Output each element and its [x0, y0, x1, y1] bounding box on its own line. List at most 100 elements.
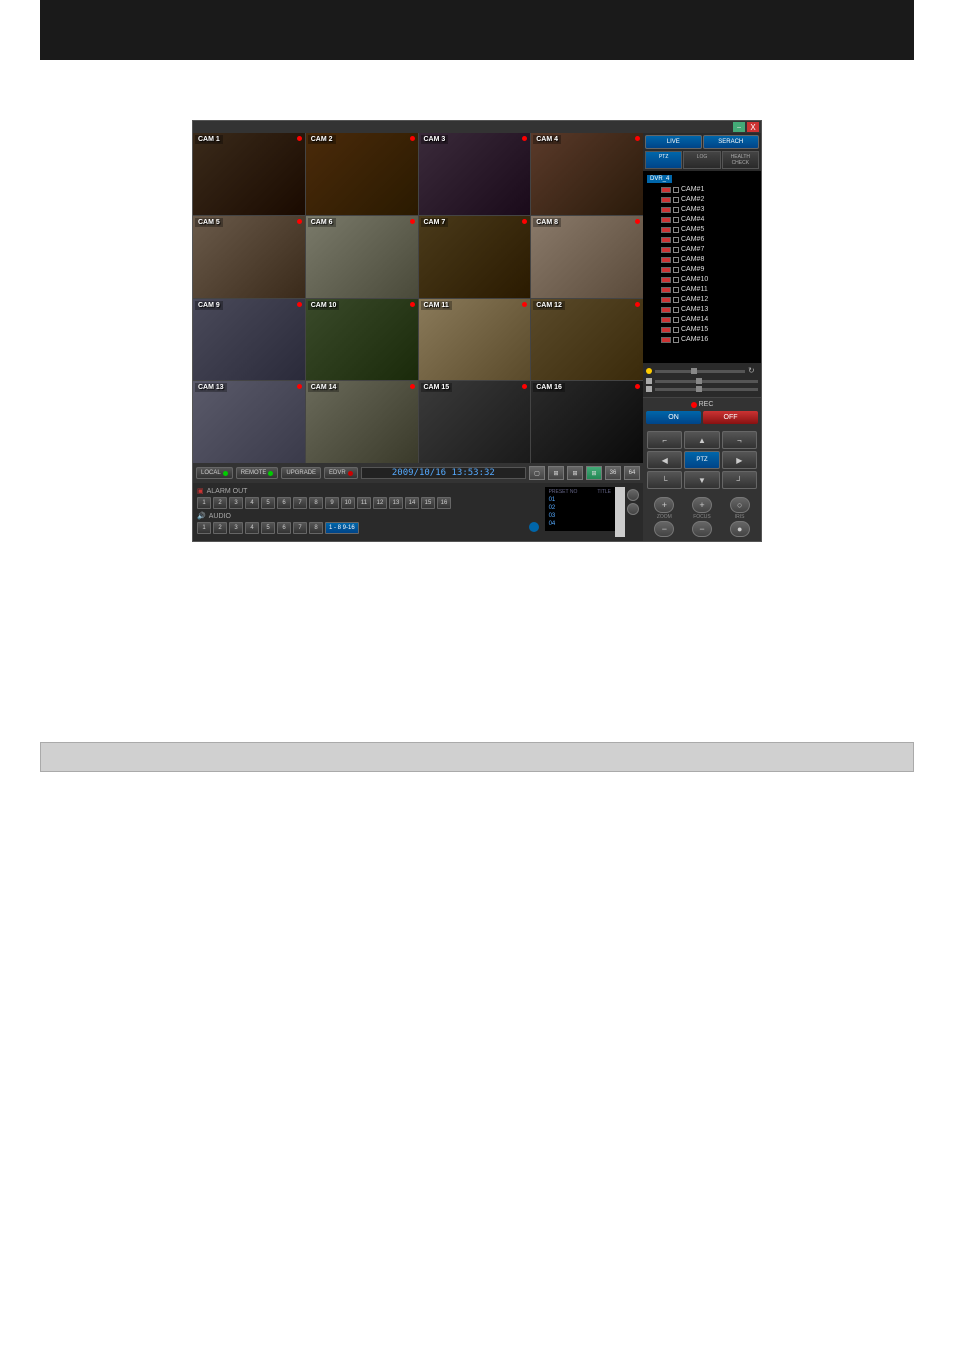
checkbox-icon[interactable]: [673, 197, 679, 203]
camera-tile[interactable]: CAM 15: [419, 381, 531, 463]
checkbox-icon[interactable]: [673, 227, 679, 233]
preset-row[interactable]: 01: [549, 496, 611, 504]
preset-go-button[interactable]: [627, 489, 639, 501]
rec-off-button[interactable]: OFF: [703, 411, 758, 424]
tree-item[interactable]: CAM#14: [647, 315, 757, 325]
tab-live[interactable]: LIVE: [645, 135, 702, 149]
preset-row[interactable]: 03: [549, 512, 611, 520]
checkbox-icon[interactable]: [673, 337, 679, 343]
checkbox-icon[interactable]: [673, 237, 679, 243]
layout-16-button[interactable]: ⊞: [586, 466, 602, 480]
camera-tile[interactable]: CAM 12: [531, 299, 643, 381]
camera-tile[interactable]: CAM 2: [306, 133, 418, 215]
iris-open-button[interactable]: ○: [730, 497, 750, 513]
tree-item[interactable]: CAM#6: [647, 235, 757, 245]
layout-64-button[interactable]: 64: [624, 466, 640, 480]
alarm-btn[interactable]: 8: [309, 497, 323, 509]
alarm-btn[interactable]: 13: [389, 497, 403, 509]
preset-list[interactable]: PRESET NOTITLE 01 02 03 04: [545, 487, 615, 531]
camera-tile[interactable]: CAM 4: [531, 133, 643, 215]
alarm-btn[interactable]: 4: [245, 497, 259, 509]
tree-item[interactable]: CAM#10: [647, 275, 757, 285]
checkbox-icon[interactable]: [673, 217, 679, 223]
volume-slider[interactable]: [655, 380, 758, 383]
checkbox-icon[interactable]: [673, 247, 679, 253]
tree-item[interactable]: CAM#2: [647, 195, 757, 205]
tree-item[interactable]: CAM#13: [647, 305, 757, 315]
subtab-health[interactable]: HEALTH CHECK: [722, 151, 759, 169]
alarm-btn[interactable]: 11: [357, 497, 371, 509]
tree-item[interactable]: CAM#16: [647, 335, 757, 345]
ptz-down-button[interactable]: ▼: [684, 471, 719, 489]
tree-item[interactable]: CAM#1: [647, 185, 757, 195]
tree-item[interactable]: CAM#4: [647, 215, 757, 225]
checkbox-icon[interactable]: [673, 317, 679, 323]
camera-tile[interactable]: CAM 7: [419, 216, 531, 298]
audio-btn[interactable]: 8: [309, 522, 323, 534]
checkbox-icon[interactable]: [673, 327, 679, 333]
tree-item[interactable]: CAM#11: [647, 285, 757, 295]
checkbox-icon[interactable]: [673, 187, 679, 193]
tree-root[interactable]: DVR_4: [647, 175, 672, 183]
alarm-btn[interactable]: 1: [197, 497, 211, 509]
ptz-upright-button[interactable]: ¬: [722, 431, 757, 449]
tree-item[interactable]: CAM#7: [647, 245, 757, 255]
alarm-btn[interactable]: 6: [277, 497, 291, 509]
checkbox-icon[interactable]: [673, 257, 679, 263]
camera-tile[interactable]: CAM 8: [531, 216, 643, 298]
audio-btn[interactable]: 2: [213, 522, 227, 534]
preset-row[interactable]: 02: [549, 504, 611, 512]
camera-tile[interactable]: CAM 9: [193, 299, 305, 381]
ptz-left-button[interactable]: ◀: [647, 451, 682, 469]
ptz-up-button[interactable]: ▲: [684, 431, 719, 449]
close-icon[interactable]: X: [747, 122, 759, 132]
tree-item[interactable]: CAM#8: [647, 255, 757, 265]
tree-item[interactable]: CAM#9: [647, 265, 757, 275]
zoom-out-button[interactable]: −: [654, 521, 674, 537]
alarm-btn[interactable]: 3: [229, 497, 243, 509]
refresh-icon[interactable]: ↻: [748, 366, 758, 376]
local-button[interactable]: LOCAL: [196, 467, 233, 479]
ptz-downleft-button[interactable]: └: [647, 471, 682, 489]
brightness-slider[interactable]: [655, 370, 745, 373]
alarm-btn[interactable]: 15: [421, 497, 435, 509]
audio-btn[interactable]: 6: [277, 522, 291, 534]
camera-tile[interactable]: CAM 11: [419, 299, 531, 381]
alarm-btn[interactable]: 16: [437, 497, 451, 509]
subtab-log[interactable]: LOG: [683, 151, 720, 169]
preset-scrollbar[interactable]: [615, 487, 625, 537]
alarm-btn[interactable]: 2: [213, 497, 227, 509]
camera-tile[interactable]: CAM 6: [306, 216, 418, 298]
alarm-btn[interactable]: 10: [341, 497, 355, 509]
checkbox-icon[interactable]: [673, 267, 679, 273]
alarm-btn[interactable]: 5: [261, 497, 275, 509]
focus-in-button[interactable]: +: [692, 497, 712, 513]
checkbox-icon[interactable]: [673, 207, 679, 213]
audio-btn[interactable]: 3: [229, 522, 243, 534]
alarm-btn[interactable]: 7: [293, 497, 307, 509]
tree-item[interactable]: CAM#12: [647, 295, 757, 305]
camera-tile[interactable]: CAM 5: [193, 216, 305, 298]
minimize-icon[interactable]: −: [733, 122, 745, 132]
alarm-btn[interactable]: 14: [405, 497, 419, 509]
tree-item[interactable]: CAM#15: [647, 325, 757, 335]
contrast-slider[interactable]: [655, 388, 758, 391]
audio-range-btn[interactable]: 1 - 8 9-16: [325, 522, 359, 534]
camera-tile[interactable]: CAM 14: [306, 381, 418, 463]
tab-search[interactable]: SERACH: [703, 135, 760, 149]
checkbox-icon[interactable]: [673, 307, 679, 313]
remote-button[interactable]: REMOTE: [236, 467, 279, 479]
layout-9-button[interactable]: ⊞: [567, 466, 583, 480]
camera-tile[interactable]: CAM 16: [531, 381, 643, 463]
checkbox-icon[interactable]: [673, 287, 679, 293]
ptz-right-button[interactable]: ▶: [722, 451, 757, 469]
audio-btn[interactable]: 5: [261, 522, 275, 534]
preset-row[interactable]: 04: [549, 520, 611, 528]
edvr-button[interactable]: EDVR: [324, 467, 358, 479]
ptz-downright-button[interactable]: ┘: [722, 471, 757, 489]
camera-tile[interactable]: CAM 10: [306, 299, 418, 381]
microphone-icon[interactable]: [529, 522, 539, 532]
alarm-btn[interactable]: 12: [373, 497, 387, 509]
iris-close-button[interactable]: ●: [730, 521, 750, 537]
preset-set-button[interactable]: [627, 503, 639, 515]
